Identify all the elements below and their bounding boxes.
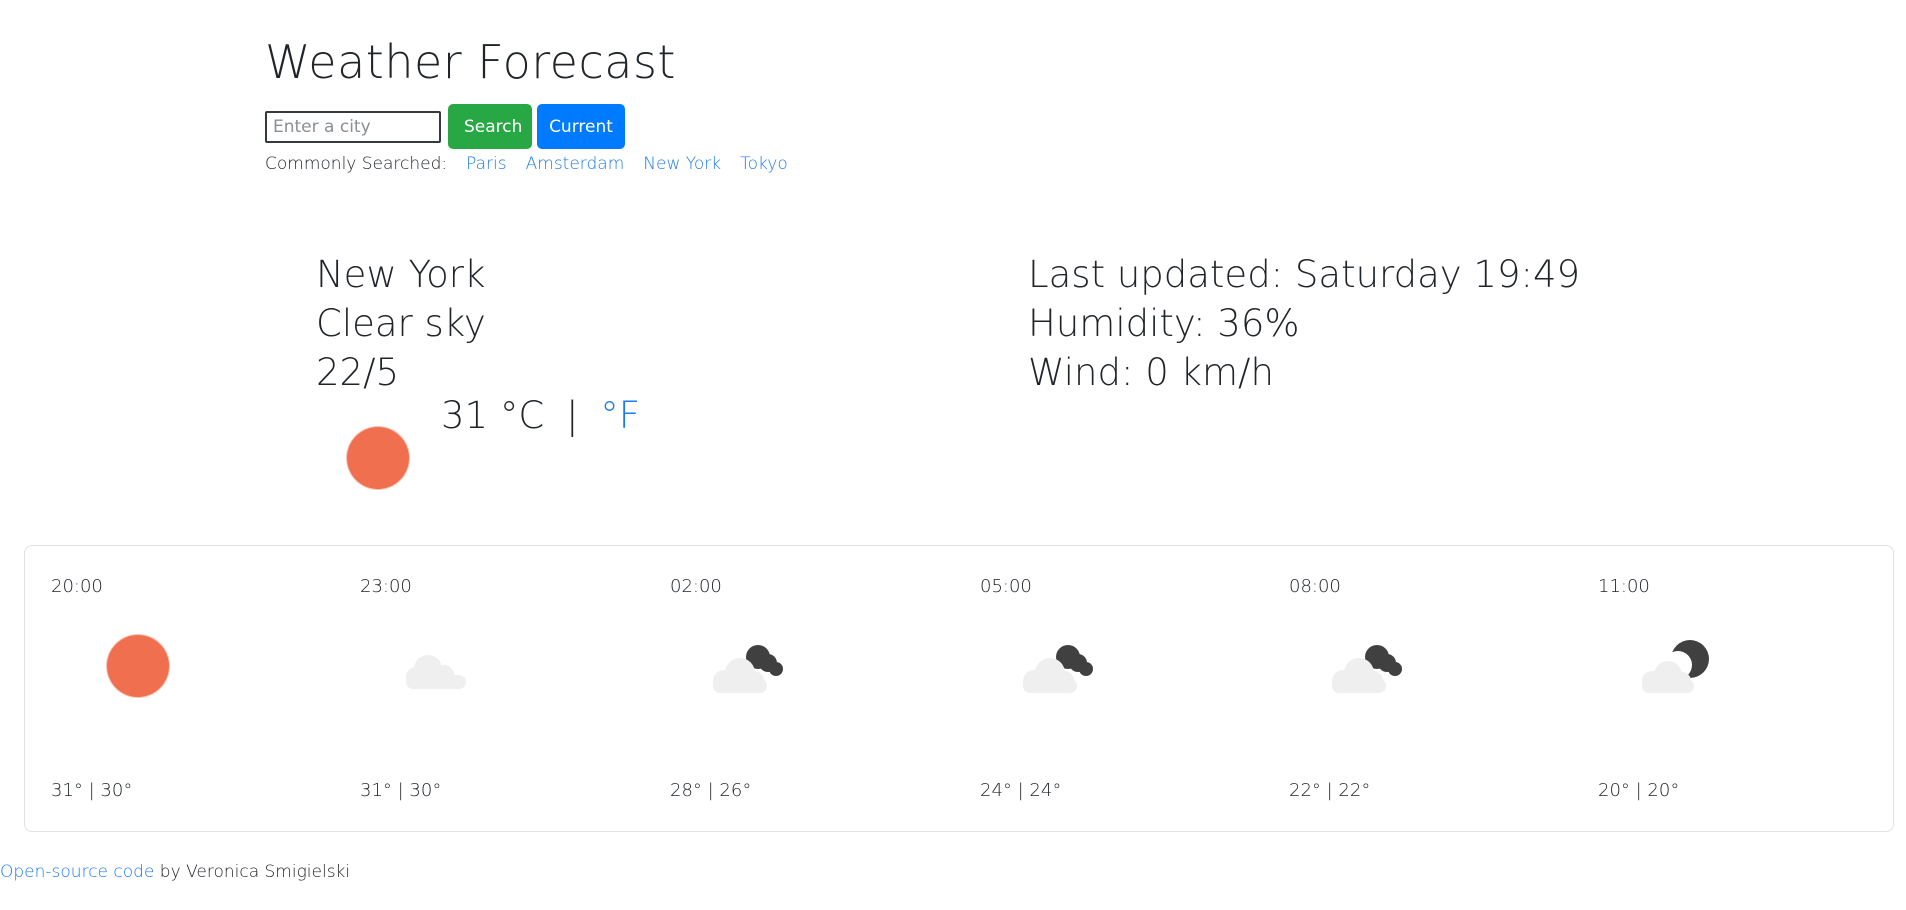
commonly-searched: Commonly Searched: Paris Amsterdam New Y… bbox=[265, 154, 788, 174]
night-cloudy-icon bbox=[713, 645, 783, 693]
night-cloudy-icon bbox=[1332, 645, 1402, 693]
last-updated: Last updated: Saturday 19:49 bbox=[1028, 253, 1581, 296]
forecast-item: 02:00 28° | 26° bbox=[644, 546, 954, 831]
search-form: Search Current bbox=[265, 104, 625, 149]
forecast-time: 23:00 bbox=[360, 576, 412, 597]
forecast-time: 05:00 bbox=[980, 576, 1032, 597]
author-credit: by Veronica Smigielski bbox=[154, 862, 351, 882]
temperature-value: 31 bbox=[441, 394, 489, 437]
forecast-temps: 20° | 20° bbox=[1598, 780, 1680, 801]
cloud-icon bbox=[406, 655, 466, 689]
sun-icon bbox=[347, 427, 409, 489]
current-date: 22/5 bbox=[316, 351, 400, 394]
city-link-tokyo[interactable]: Tokyo bbox=[740, 154, 788, 174]
forecast-time: 02:00 bbox=[670, 576, 722, 597]
current-description: Clear sky bbox=[316, 302, 486, 345]
forecast-item: 08:00 22° | 22° bbox=[1263, 546, 1573, 831]
forecast-temps: 28° | 26° bbox=[670, 780, 752, 801]
city-link-amsterdam[interactable]: Amsterdam bbox=[526, 154, 625, 174]
current-temperature: 31 °C | °F bbox=[441, 394, 640, 437]
city-link-paris[interactable]: Paris bbox=[466, 154, 506, 174]
forecast-item: 05:00 24° | 24° bbox=[954, 546, 1264, 831]
unit-separator: | bbox=[565, 394, 579, 437]
footer: Open-source code by Veronica Smigielski bbox=[0, 862, 350, 882]
night-cloudy-icon bbox=[1023, 645, 1093, 693]
forecast-item: 23:00 31° | 30° bbox=[334, 546, 644, 831]
sun-icon bbox=[81, 631, 171, 701]
celsius-unit[interactable]: °C bbox=[500, 394, 544, 437]
humidity: Humidity: 36% bbox=[1028, 302, 1300, 345]
city-search-input[interactable] bbox=[265, 110, 441, 143]
current-location-button[interactable]: Current bbox=[537, 104, 625, 149]
forecast-item: 20:00 31° | 30° bbox=[25, 546, 335, 831]
current-details: Last updated: Saturday 19:49 Humidity: 3… bbox=[1028, 250, 1580, 397]
forecast-item: 11:00 20° | 20° bbox=[1572, 546, 1882, 831]
forecast-time: 20:00 bbox=[51, 576, 103, 597]
commonly-searched-label: Commonly Searched: bbox=[265, 154, 448, 174]
forecast-temps: 31° | 30° bbox=[51, 780, 133, 801]
city-link-new-york[interactable]: New York bbox=[643, 154, 721, 174]
page-title: Weather Forecast bbox=[265, 35, 676, 89]
forecast-time: 11:00 bbox=[1598, 576, 1650, 597]
forecast-time: 08:00 bbox=[1289, 576, 1341, 597]
open-source-link[interactable]: Open-source code bbox=[0, 862, 154, 882]
current-city: New York bbox=[316, 253, 486, 296]
forecast-temps: 22° | 22° bbox=[1289, 780, 1371, 801]
search-button[interactable]: Search bbox=[448, 104, 532, 149]
current-summary: New York Clear sky 22/5 bbox=[316, 250, 486, 397]
moon-cloud-icon bbox=[1642, 640, 1709, 693]
forecast-temps: 24° | 24° bbox=[980, 780, 1062, 801]
forecast-temps: 31° | 30° bbox=[360, 780, 442, 801]
wind: Wind: 0 km/h bbox=[1028, 351, 1274, 394]
hourly-forecast: 20:00 31° | 30° 23:00 31° | 30° 02:00 28… bbox=[24, 545, 1894, 832]
fahrenheit-link[interactable]: °F bbox=[600, 394, 640, 437]
